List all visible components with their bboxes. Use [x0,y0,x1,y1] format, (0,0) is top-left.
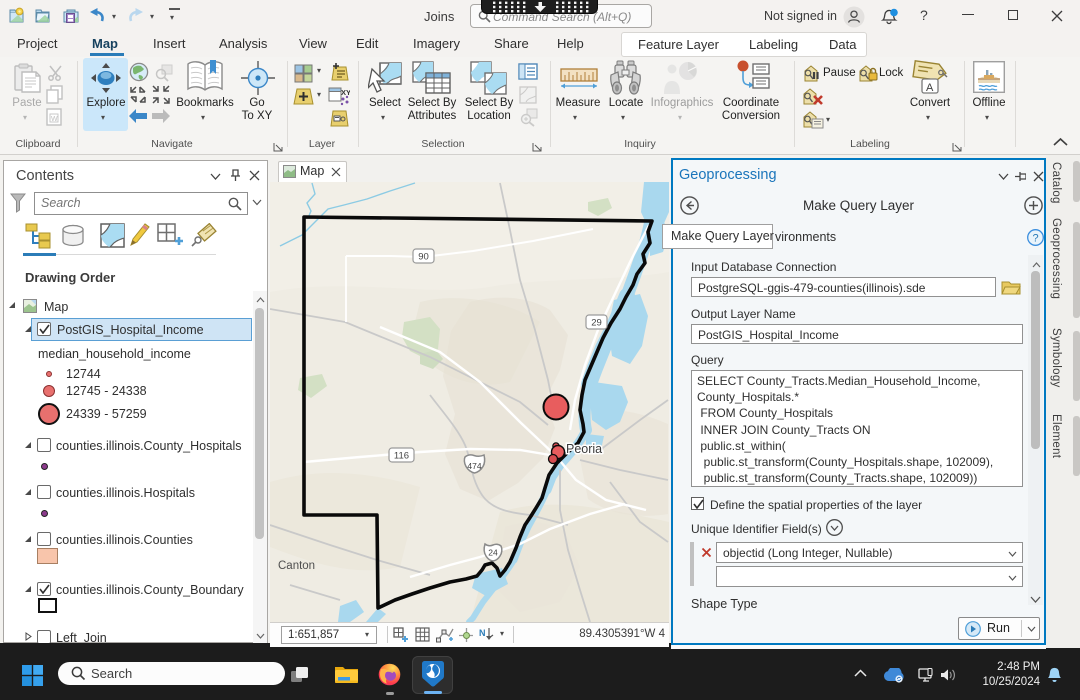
svg-text:N: N [479,628,486,638]
svg-text:474: 474 [467,461,481,471]
svg-text:?: ? [1033,233,1039,245]
svg-text:29: 29 [591,318,602,329]
svg-text:116: 116 [394,451,409,462]
svg-text:XY: XY [341,88,350,97]
svg-text:90: 90 [418,252,429,263]
svg-text:24: 24 [488,548,498,558]
svg-text:A: A [926,82,934,94]
svg-text:W: W [51,116,58,123]
svg-text:Canton: Canton [278,560,315,572]
svg-text:Peoria: Peoria [566,442,602,456]
